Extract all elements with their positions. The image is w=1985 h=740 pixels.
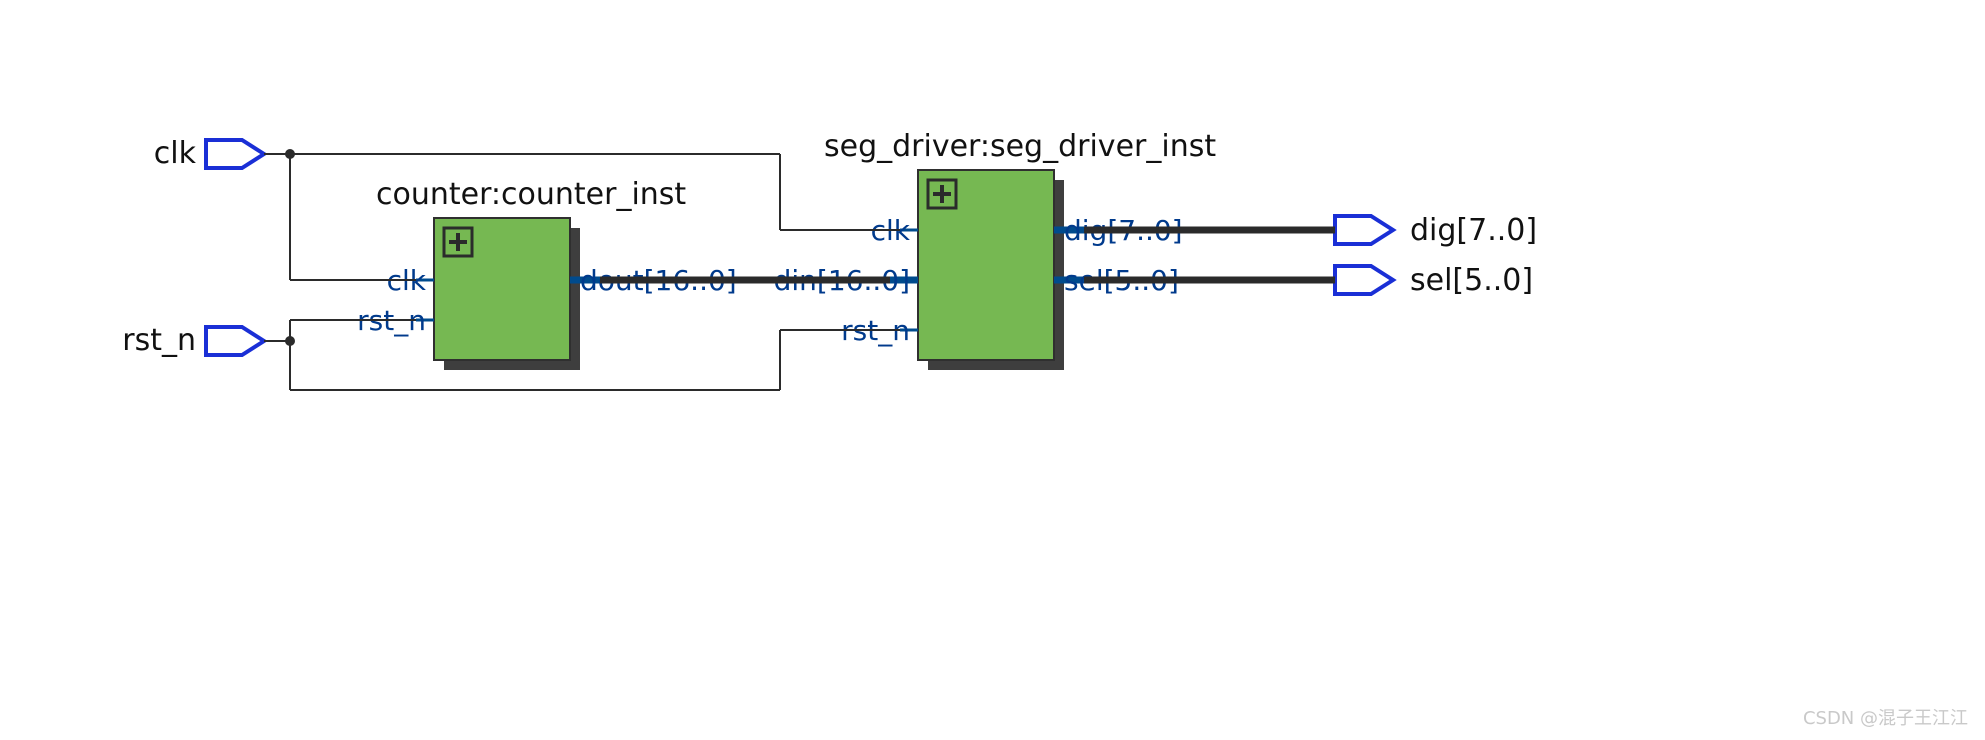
output-dig-label: dig[7..0] bbox=[1410, 213, 1537, 248]
watermark: CSDN @混子王江江 bbox=[1803, 708, 1968, 729]
block-counter-title: counter:counter_inst bbox=[376, 177, 686, 212]
output-port-dig: dig[7..0] bbox=[1335, 213, 1537, 248]
output-pin-icon bbox=[1335, 216, 1393, 244]
block-seg-driver[interactable]: seg_driver:seg_driver_inst clk din[16..0… bbox=[774, 129, 1217, 370]
output-pin-icon bbox=[1335, 266, 1393, 294]
output-port-sel: sel[5..0] bbox=[1335, 263, 1533, 298]
input-port-rstn: rst_n bbox=[122, 323, 264, 358]
input-pin-icon bbox=[206, 140, 264, 168]
block-counter[interactable]: counter:counter_inst clk rst_n dout[16..… bbox=[357, 177, 737, 370]
block-seg-title: seg_driver:seg_driver_inst bbox=[824, 129, 1216, 164]
output-sel-label: sel[5..0] bbox=[1410, 263, 1533, 298]
input-pin-icon bbox=[206, 327, 264, 355]
input-clk-label: clk bbox=[154, 136, 197, 171]
input-rstn-label: rst_n bbox=[122, 323, 196, 358]
rtl-schematic: clk rst_n dig[7..0] sel[5..0] counter:co… bbox=[0, 0, 1985, 740]
net-clk bbox=[264, 149, 900, 280]
input-port-clk: clk bbox=[154, 136, 264, 171]
